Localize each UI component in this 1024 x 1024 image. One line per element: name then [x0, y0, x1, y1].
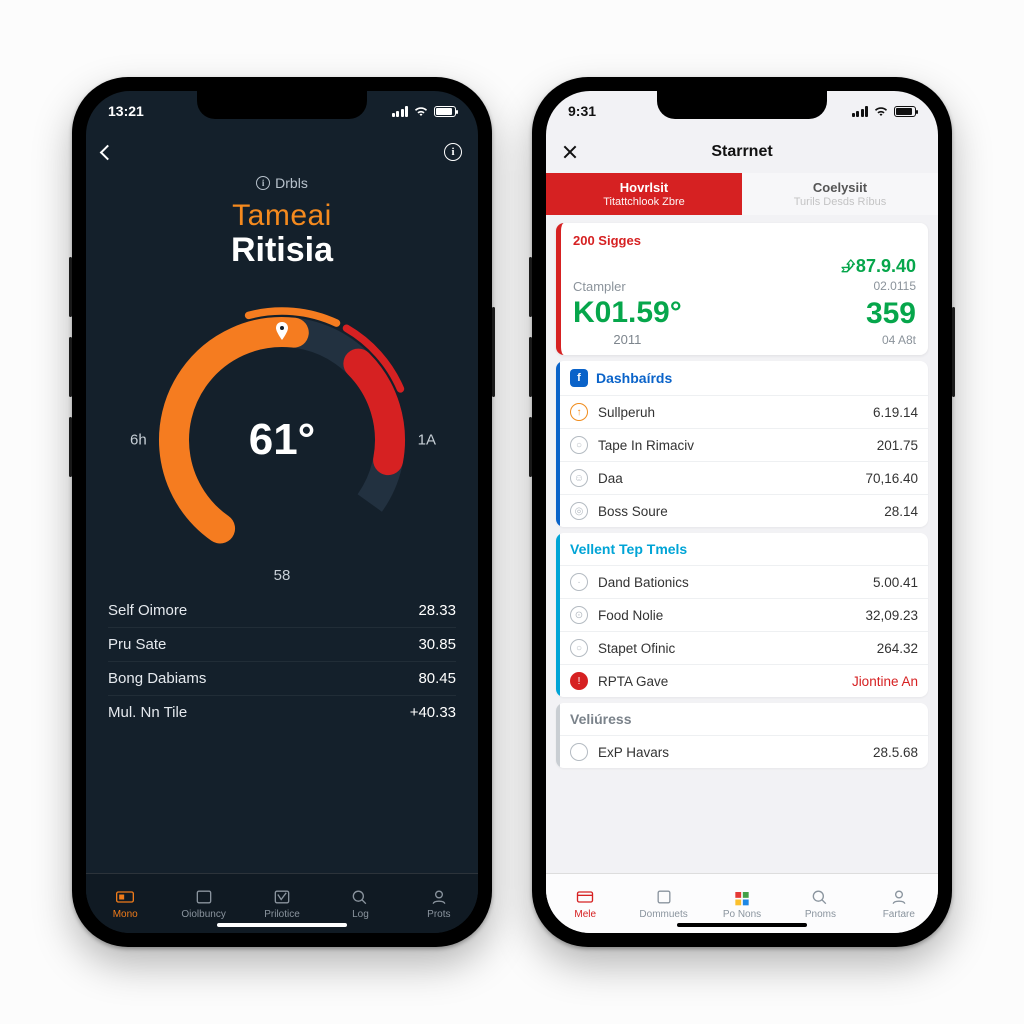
card-right-n2: 359 [842, 297, 916, 331]
home-indicator[interactable] [217, 923, 347, 927]
tab-fartare[interactable]: Fartare [860, 874, 938, 933]
back-icon[interactable] [100, 144, 116, 160]
metric-row[interactable]: Mul. Nn Tile+40.33 [108, 695, 456, 729]
battery-icon [894, 106, 916, 117]
segmented-tabs: HovrlsitTitattchlook Zbre CoelysiitTuril… [546, 173, 938, 215]
section-header[interactable]: Veliúress [560, 703, 928, 735]
metric-row[interactable]: Bong Dabiams80.45 [108, 661, 456, 695]
list-item[interactable]: !RPTA GaveJiontine An [560, 664, 928, 697]
section-header[interactable]: fDashbaírds [560, 361, 928, 395]
list-item[interactable]: ↑Sullperuh6.19.14 [560, 395, 928, 428]
section-header[interactable]: Vellent Tep Tmels [560, 533, 928, 565]
card-left-yr: 2011 [573, 332, 682, 347]
list-item[interactable]: ◎Boss Soure28.14 [560, 494, 928, 527]
brand-info-icon: i [256, 176, 270, 190]
section-dashboards: fDashbaírds ↑Sullperuh6.19.14 ○Tape In R… [556, 361, 928, 527]
tab-hovrlsit[interactable]: HovrlsitTitattchlook Zbre [546, 173, 742, 215]
gauge-right: 1A [418, 432, 436, 449]
tab-coelysiit[interactable]: CoelysiitTurils Desds Ríbus [742, 173, 938, 215]
list-item[interactable]: ExP Havars28.5.68 [560, 735, 928, 768]
title-main: Ritisia [108, 231, 456, 270]
cellular-icon [392, 106, 409, 117]
metric-row[interactable]: Self Oimore28.33 [108, 594, 456, 627]
card-left-sub: Ctampler [573, 279, 682, 294]
section-veliuress: Veliúress ExP Havars28.5.68 [556, 703, 928, 768]
section-vellent: Vellent Tep Tmels ·Dand Bationics5.00.41… [556, 533, 928, 697]
gauge-value: 61° [132, 290, 432, 590]
summary-card[interactable]: 200 Sigges Ctampler K01.59° 2011 ⮵87.9.4… [556, 223, 928, 355]
card-heading: 200 Sigges [573, 233, 916, 248]
wifi-icon [413, 105, 429, 117]
card-right-t3: 04 A8t [842, 333, 916, 347]
battery-icon [434, 106, 456, 117]
subtitle: i Drbls [108, 175, 456, 191]
list-item[interactable]: ○Tape In Rimaciv201.75 [560, 428, 928, 461]
home-indicator[interactable] [677, 923, 807, 927]
title-accent: Tameai [108, 199, 456, 233]
list-item[interactable]: ·Dand Bationics5.00.41 [560, 565, 928, 598]
card-right-t1: ⮵87.9.40 [842, 256, 916, 277]
list-item[interactable]: ☺Daa70,16.40 [560, 461, 928, 494]
status-icons [852, 105, 917, 117]
clock: 13:21 [108, 103, 144, 119]
tab-mono[interactable]: Mono [86, 874, 164, 933]
clock: 9:31 [568, 103, 596, 119]
metric-list: Self Oimore28.33 Pru Sate30.85 Bong Dabi… [108, 594, 456, 729]
list-item[interactable]: ○Stapet Ofinic264.32 [560, 631, 928, 664]
tab-prots[interactable]: Prots [400, 874, 478, 933]
card-left-num: K01.59° [573, 296, 682, 330]
close-icon[interactable] [562, 144, 578, 160]
metric-row[interactable]: Pru Sate30.85 [108, 627, 456, 661]
nav-bar: Starrnet [546, 131, 938, 173]
info-icon[interactable]: i [444, 143, 462, 161]
tab-mele[interactable]: Mele [546, 874, 624, 933]
gauge-bottom: 58 [274, 567, 291, 584]
list-item[interactable]: ⊙Food Nolie32,09.23 [560, 598, 928, 631]
cellular-icon [852, 106, 869, 117]
gauge: 61° 6h 1A 58 [132, 290, 432, 590]
status-icons [392, 105, 457, 117]
gauge-left: 6h [130, 432, 147, 449]
page-title: Starrnet [711, 143, 772, 161]
card-right-t2: 02.0115 [842, 279, 916, 293]
nav-bar: i [86, 131, 478, 173]
wifi-icon [873, 105, 889, 117]
